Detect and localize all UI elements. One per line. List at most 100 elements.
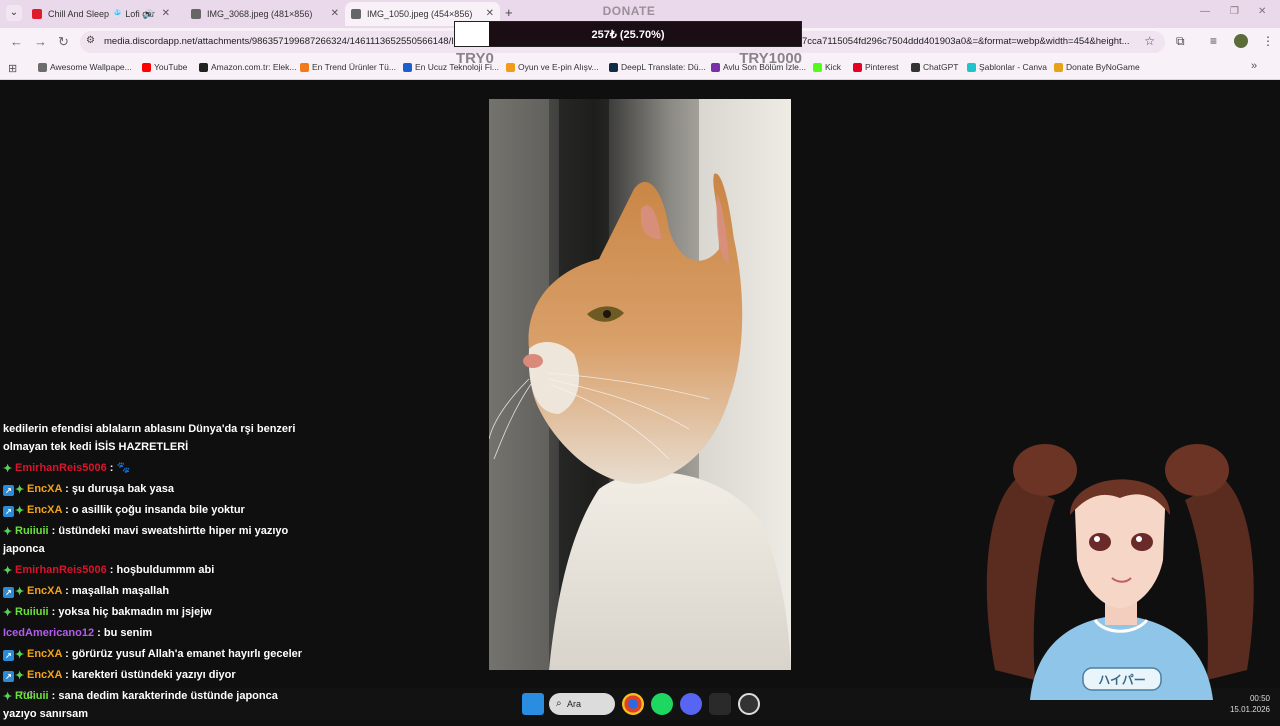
minimize-icon[interactable]: — [1200,6,1210,17]
bookmark-item[interactable]: Amazon.com.tr: Elek... [199,62,297,72]
bookmark-item[interactable]: ChatGPT [911,62,958,72]
chat-message: ↗ ✦ EncXA : o asillik çoğu insanda bile yo… [3,501,303,522]
chat-text: : 🐾 [109,462,131,474]
close-tab-icon[interactable]: ✕ [162,2,170,26]
diamond-badge-icon: ✦ [3,463,13,475]
bookmark-label: Awesome Wallpape... [50,62,132,72]
maximize-icon[interactable]: ❐ [1230,6,1239,17]
bookmark-label: Kick [825,62,842,72]
donate-min-label: TRY0 [456,50,494,67]
discord-icon[interactable] [680,693,702,715]
vtuber-avatar: ハイパー [975,440,1265,700]
close-tab-icon[interactable]: ✕ [331,2,339,26]
diamond-badge-icon: ✦ [15,670,25,682]
obs-icon[interactable] [738,693,760,715]
reload-icon[interactable]: ↻ [58,34,69,50]
forward-icon[interactable]: → [34,34,47,49]
browser-tab[interactable]: IMG_3068.jpeg (481×856) ✕ [185,2,345,26]
diamond-badge-icon: ✦ [3,565,13,577]
clock-date: 15.01.2026 [1229,705,1270,714]
chat-message: kedilerin efendisi ablaların ablasını Dü… [3,420,303,459]
chat-username[interactable]: EncXA [27,504,62,516]
browser-tab[interactable]: Chill And Sleep 🎐 Lofi car 🔊 ✕ [26,2,176,26]
site-info-icon[interactable]: ⚙ [86,35,95,46]
chat-username[interactable]: EmirhanReis5006 [15,462,107,474]
chat-username[interactable]: Ruiiuii [15,525,49,537]
bookmark-item[interactable]: Pinterest [853,62,899,72]
media-controls-icon[interactable]: ≡ [1210,34,1217,48]
shirt-text: ハイパー [1098,673,1146,687]
bookmark-item[interactable]: YouTube [142,62,187,72]
tab-search-icon[interactable]: ⌄ [6,5,22,21]
tab-label: IMG_3068.jpeg (481×856) [207,9,313,19]
diamond-badge-icon: ✦ [15,505,25,517]
chat-username[interactable]: EmirhanReis5006 [15,564,107,576]
profile-avatar[interactable] [1234,34,1248,48]
bookmark-favicon-icon [199,63,208,72]
bookmark-favicon-icon [911,63,920,72]
subscriber-badge-icon: ↗ [3,671,14,682]
chat-message: ✦ EmirhanReis5006 : hoşbuldummm abi [3,561,303,582]
chat-text: : şu duruşa bak yasa [65,483,174,495]
bookmark-favicon-icon [142,63,151,72]
chat-message: ✦ Ruiiuii : üstündeki mavi sweatshirtte h… [3,522,303,561]
chat-username[interactable]: EncXA [27,669,62,681]
tab-label: Chill And Sleep 🎐 Lofi car [48,9,155,19]
apps-grid-icon[interactable]: ⊞ [8,62,17,75]
chat-username[interactable]: EncXA [27,585,62,597]
chat-message: ↗ ✦ EncXA : karekteri üstündeki yazıyı diy… [3,666,303,687]
chat-text: : hoşbuldummm abi [109,564,215,576]
chat-message: ✦ Ruiiuii : sana dedim karakterinde üstün… [3,687,303,726]
chat-overlay: kedilerin efendisi ablaların ablasını Dü… [3,420,303,726]
diamond-badge-icon: ✦ [15,649,25,661]
bookmark-item[interactable]: Şablonlar - Canva [967,62,1047,72]
bookmark-favicon-icon [38,63,47,72]
bookmark-label: Donate ByNoGame [1066,62,1140,72]
diamond-badge-icon: ✦ [3,691,13,703]
bookmark-label: Amazon.com.tr: Elek... [211,62,297,72]
subscriber-badge-icon: ↗ [3,506,14,517]
bookmark-item[interactable]: En Trend Ürünler Tü... [300,62,396,72]
url-text-right: 7cca7115054fd296c7504ddd401903a0&=&forma… [802,36,1130,47]
diamond-badge-icon: ✦ [15,586,25,598]
bookmark-favicon-icon [1054,63,1063,72]
chat-text: : bu senim [97,627,153,639]
speaker-icon[interactable]: 🔊 [143,2,154,26]
chat-message: ↗ ✦ EncXA : görürüz yusuf Allah'a emanet h… [3,645,303,666]
menu-icon[interactable]: ⋮ [1262,34,1274,48]
donate-progress-bar: 257₺ (25.70%) [454,21,802,47]
donate-max-label: TRY1000 [739,50,802,67]
back-icon[interactable]: ← [10,34,23,49]
bookmark-label: Pinterest [865,62,899,72]
bookmark-favicon-icon [853,63,862,72]
bookmark-item[interactable]: Awesome Wallpape... [38,62,132,72]
cat-photo-drawing [489,99,791,670]
tab-favicon-icon [32,9,42,19]
bookmark-favicon-icon [813,63,822,72]
chrome-icon[interactable] [622,693,644,715]
bookmark-item[interactable]: Donate ByNoGame [1054,62,1140,72]
chat-username[interactable]: Ruiiuii [15,690,49,702]
tab-favicon-icon [191,9,201,19]
chat-username[interactable]: IcedAmericano12 [3,627,94,639]
windows-start-icon[interactable] [522,693,544,715]
capcut-icon[interactable] [709,693,731,715]
more-bookmarks-icon[interactable]: » [1251,60,1257,72]
search-icon: ⌕ [556,698,562,709]
bookmark-label: ChatGPT [923,62,959,72]
subscriber-badge-icon: ↗ [3,485,14,496]
bookmark-item[interactable]: Kick [813,62,841,72]
extensions-icon[interactable]: ⧉ [1176,34,1185,49]
taskbar-search[interactable]: ⌕ Ara [549,693,615,715]
diamond-badge-icon: ✦ [3,526,13,538]
spotify-icon[interactable] [651,693,673,715]
close-window-icon[interactable]: ✕ [1258,6,1266,17]
chat-text: : yoksa hiç bakmadın mı jsjejw [51,606,212,618]
bookmark-favicon-icon [967,63,976,72]
bookmark-label: YouTube [154,62,188,72]
chat-username[interactable]: Ruiiuii [15,606,49,618]
subscriber-badge-icon: ↗ [3,650,14,661]
chat-username[interactable]: EncXA [27,483,62,495]
chat-username[interactable]: EncXA [27,648,62,660]
bookmark-star-icon[interactable]: ☆ [1144,34,1155,48]
